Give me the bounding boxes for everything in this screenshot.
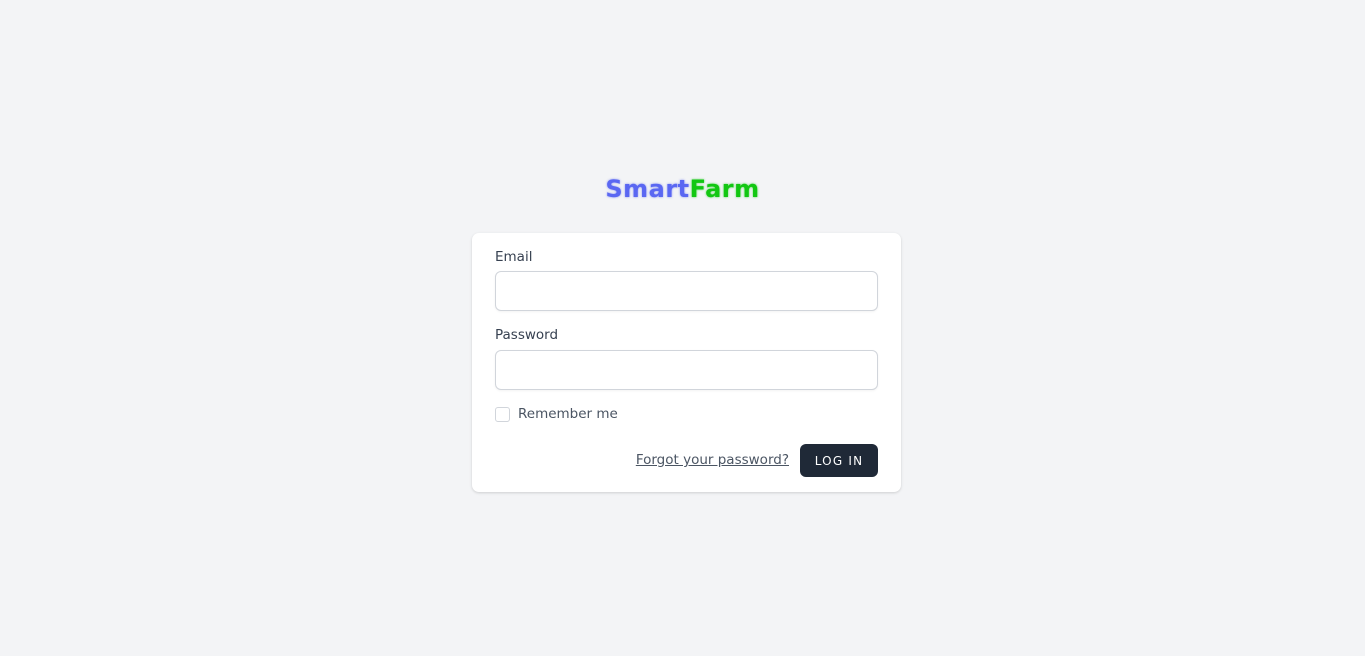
- remember-me-checkbox[interactable]: [495, 407, 510, 422]
- logo-farm: Farm: [689, 175, 760, 203]
- email-field[interactable]: [495, 271, 878, 311]
- password-label: Password: [495, 327, 559, 343]
- email-label: Email: [495, 249, 533, 265]
- login-page: SmartFarm Email Password Remember me For…: [0, 0, 1365, 656]
- login-card: Email Password Remember me Forgot your p…: [472, 233, 901, 492]
- app-logo: SmartFarm: [0, 172, 1365, 206]
- login-button[interactable]: LOG IN: [800, 444, 878, 477]
- password-field[interactable]: [495, 350, 878, 390]
- logo-smart: Smart: [605, 175, 690, 203]
- forgot-password-link[interactable]: Forgot your password?: [636, 451, 789, 469]
- remember-me-label[interactable]: Remember me: [518, 405, 618, 423]
